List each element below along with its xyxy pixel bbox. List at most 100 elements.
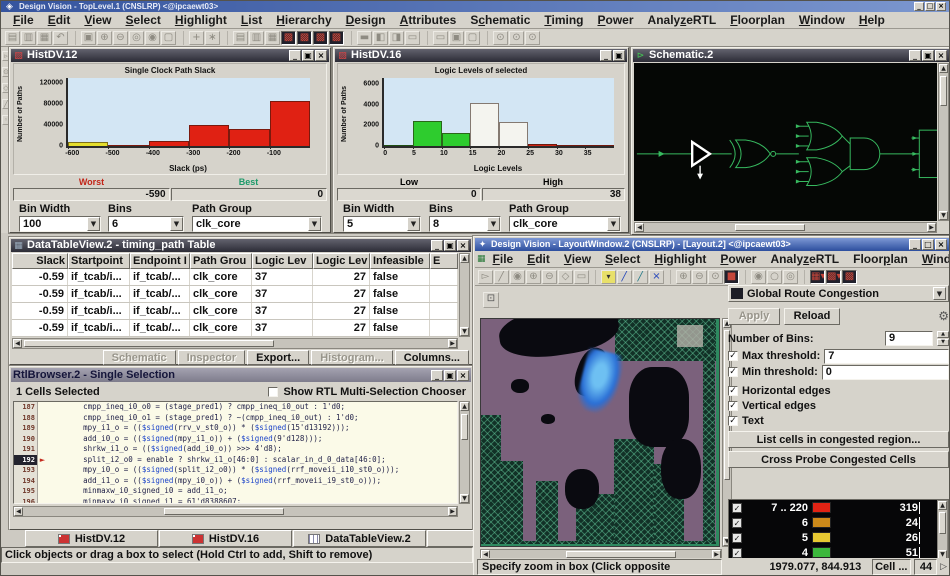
menu-view[interactable]: View bbox=[78, 13, 117, 27]
horizontal-scrollbar[interactable]: ◀ ▶ bbox=[634, 222, 937, 233]
legend-checkbox[interactable]: ✓ bbox=[732, 518, 742, 528]
menu-highlight[interactable]: Highlight bbox=[647, 252, 713, 266]
status-menu-icon[interactable]: ▷ bbox=[940, 562, 947, 572]
menu-edit[interactable]: Edit bbox=[42, 13, 77, 27]
horizontal-scrollbar[interactable]: ◀ ▶ bbox=[13, 506, 458, 517]
menu-power[interactable]: Power bbox=[713, 252, 763, 266]
panel-selector-combo[interactable]: Global Route Congestion ▼ bbox=[728, 285, 949, 302]
full-view-icon[interactable]: ■ bbox=[724, 270, 739, 284]
schematic-button[interactable]: Schematic bbox=[103, 350, 176, 365]
pan-tool-icon[interactable]: ◇ bbox=[558, 270, 573, 284]
view-refresh-icon[interactable]: ◎ bbox=[783, 270, 798, 284]
scrollbar-thumb[interactable] bbox=[461, 414, 468, 440]
columns-button[interactable]: Columns... bbox=[395, 350, 469, 365]
rtl-code-view[interactable]: 187 cmpp_ineq_i0_o0 = (stage_pred1) ? cm… bbox=[13, 401, 458, 504]
legend-checkbox[interactable]: ✓ bbox=[732, 533, 742, 543]
code-line[interactable]: 191 shrkw_i1_o = (($signed(add_i0_o)) >>… bbox=[14, 444, 457, 455]
undo-icon[interactable]: ↶ bbox=[53, 31, 68, 45]
close-icon[interactable]: × bbox=[457, 240, 469, 251]
histdv16-titlebar[interactable]: ▨ HistDV.16 _ ▣ bbox=[335, 49, 627, 62]
zoom-prev-icon[interactable]: ⊖ bbox=[692, 270, 707, 284]
bin-width-combo[interactable]: 100▼ bbox=[19, 216, 101, 232]
close-icon[interactable]: × bbox=[457, 370, 469, 381]
menu-timing[interactable]: Timing bbox=[538, 13, 589, 27]
column-header[interactable]: Endpoint I bbox=[130, 253, 190, 269]
vertical-edges-checkbox[interactable]: ✓ bbox=[728, 401, 738, 411]
menu-edit[interactable]: Edit bbox=[520, 252, 557, 266]
panel-icon-3[interactable]: ◨ bbox=[389, 31, 404, 45]
grid-icon-3[interactable]: ▦ bbox=[265, 31, 280, 45]
vertical-scrollbar[interactable]: ▲ ▼ bbox=[938, 63, 949, 221]
scrollbar-thumb[interactable] bbox=[735, 224, 805, 231]
restore-icon[interactable]: ▣ bbox=[922, 50, 934, 61]
area-select-icon[interactable]: ▭ bbox=[574, 270, 589, 284]
minimize-icon[interactable]: _ bbox=[914, 2, 924, 11]
layout-canvas[interactable] bbox=[480, 318, 720, 547]
chevron-down-icon[interactable]: ▼ bbox=[308, 217, 321, 231]
panel-icon-1[interactable]: ▬ bbox=[357, 31, 372, 45]
menu-power[interactable]: Power bbox=[592, 13, 640, 27]
histogram-button[interactable]: Histogram... bbox=[311, 350, 393, 365]
legend-row[interactable]: ✓7 .. 220319 bbox=[729, 500, 937, 515]
histogram-plot[interactable]: 020004000600005101520253035 bbox=[382, 78, 614, 148]
range-max-slider[interactable]: 38 bbox=[482, 188, 626, 201]
window-icon-3[interactable]: ▢ bbox=[465, 31, 480, 45]
scrollbar-thumb[interactable] bbox=[566, 551, 676, 558]
chevron-down-icon[interactable]: ▼ bbox=[607, 217, 620, 231]
column-header[interactable]: Path Grou bbox=[190, 253, 252, 269]
cross-probe-button[interactable]: Cross Probe Congested Cells bbox=[728, 451, 949, 468]
spinner-down-icon[interactable]: ▼ bbox=[937, 339, 949, 346]
main-titlebar[interactable]: ◈ Design Vision - TopLevel.1 (CNSLRP) <@… bbox=[1, 1, 949, 12]
code-line[interactable]: 192► split_i2_o0 = enable ? shrkw_i1_o[4… bbox=[14, 455, 457, 466]
max-threshold-checkbox[interactable]: ✓ bbox=[728, 351, 738, 361]
menu-help[interactable]: Help bbox=[853, 13, 891, 27]
histdv12-titlebar[interactable]: ▨ HistDV.12 _ ▣ × bbox=[11, 49, 329, 62]
select-region-icon[interactable]: ▣ bbox=[81, 31, 96, 45]
column-header[interactable]: Infeasible bbox=[370, 253, 430, 269]
spinner-up-icon[interactable]: ▲ bbox=[937, 331, 949, 338]
table-row[interactable]: -0.59if_tcab/i...if_tcab/...clk_core3727… bbox=[12, 269, 458, 286]
table-row[interactable]: -0.59if_tcab/i...if_tcab/...clk_core3727… bbox=[12, 286, 458, 303]
scrollbar-thumb[interactable] bbox=[24, 340, 274, 347]
grid-icon-2[interactable]: ▥ bbox=[249, 31, 264, 45]
zoom-box-icon[interactable]: ⊕ bbox=[676, 270, 691, 284]
scroll-right-icon[interactable]: ▶ bbox=[927, 223, 936, 232]
datatable-titlebar[interactable]: ▦ DataTableView.2 - timing_path Table _ … bbox=[11, 239, 471, 252]
code-line[interactable]: 196 minmaxw_i0_signed_i1 = 61'd8388607; bbox=[14, 497, 457, 505]
menu-window[interactable]: Window bbox=[793, 13, 851, 27]
window-icon-2[interactable]: ▣ bbox=[449, 31, 464, 45]
scroll-down-icon[interactable]: ▼ bbox=[460, 327, 469, 336]
code-line[interactable]: 193 mpy_i0_o = (($signed(split_i2_o0)) *… bbox=[14, 465, 457, 476]
menu-file[interactable]: File bbox=[486, 252, 521, 266]
minimize-icon[interactable]: _ bbox=[909, 50, 921, 61]
minimize-icon[interactable]: _ bbox=[909, 239, 921, 250]
column-header[interactable]: Logic Lev bbox=[313, 253, 370, 269]
chevron-down-icon[interactable]: ▼ bbox=[407, 217, 420, 231]
legend-checkbox[interactable]: ✓ bbox=[732, 548, 742, 558]
legend-checkbox[interactable]: ✓ bbox=[732, 503, 742, 513]
legend-row[interactable]: ✓526 bbox=[729, 530, 937, 545]
range-min-slider[interactable]: -590 bbox=[13, 188, 170, 201]
vertical-scrollbar[interactable]: ▲ ▼ bbox=[459, 253, 470, 337]
menu-file[interactable]: File bbox=[7, 13, 40, 27]
menu-floorplan[interactable]: Floorplan bbox=[846, 252, 915, 266]
rtlbrowser-titlebar[interactable]: RtlBrowser.2 - Single Selection _ ▣ × bbox=[11, 368, 471, 382]
chevron-down-icon[interactable]: ▼ bbox=[87, 217, 100, 231]
close-icon[interactable]: × bbox=[935, 50, 947, 61]
restore-icon[interactable]: ▣ bbox=[613, 50, 625, 61]
path-group-combo[interactable]: clk_core▼ bbox=[509, 216, 621, 232]
schematic-view-icon-3[interactable]: ▩ bbox=[313, 31, 328, 45]
vertical-scrollbar[interactable]: ▲ ▼ bbox=[459, 401, 470, 504]
inspector-button[interactable]: Inspector bbox=[178, 350, 246, 365]
scroll-right-icon[interactable]: ▶ bbox=[448, 507, 457, 516]
grid-icon-1[interactable]: ▤ bbox=[233, 31, 248, 45]
tab-datatableview2[interactable]: DataTableView.2 bbox=[293, 530, 426, 547]
select-arrow-icon[interactable]: ▻ bbox=[478, 270, 493, 284]
tab-histdv12[interactable]: HistDV.12 bbox=[25, 530, 158, 547]
open-icon[interactable]: ▤ bbox=[5, 31, 20, 45]
zoom-circle-icon-3[interactable]: ⊙ bbox=[525, 31, 540, 45]
menu-select[interactable]: Select bbox=[598, 252, 647, 266]
snapshot-icon[interactable]: ▢ bbox=[161, 31, 176, 45]
tab-histdv16[interactable]: HistDV.16 bbox=[159, 530, 292, 547]
info-tool-icon[interactable]: ◉ bbox=[510, 270, 525, 284]
